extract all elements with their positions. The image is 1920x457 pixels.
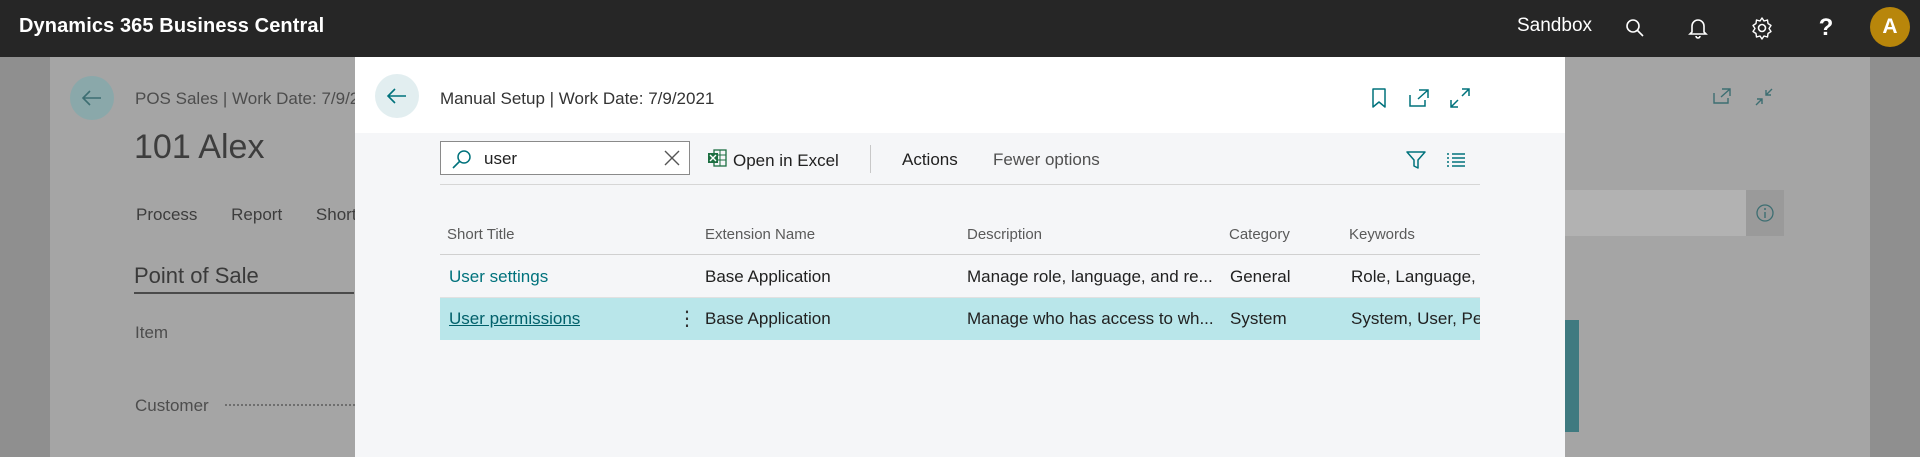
back-button[interactable]	[375, 74, 419, 118]
search-input[interactable]	[484, 148, 644, 170]
actions-menu-button[interactable]: Actions	[902, 150, 958, 170]
background-action: Report	[231, 205, 283, 224]
background-action: Short	[315, 205, 357, 224]
bookmark-icon[interactable]	[1367, 86, 1391, 110]
background-field-label: Customer	[135, 396, 209, 415]
table-header: Short Title Extension Name Description C…	[440, 226, 1480, 254]
dialog-title: Manual Setup | Work Date: 7/9/2021	[440, 89, 715, 108]
background-subtitle: POS Sales | Work Date: 7/9/2	[135, 89, 360, 108]
manual-setup-dialog: Manual Setup | Work Date: 7/9/2021 Open …	[355, 57, 1565, 457]
environment-label[interactable]: Sandbox	[1517, 15, 1592, 37]
toolbar-divider-line	[440, 184, 1480, 185]
open-in-excel-button[interactable]: Open in Excel	[707, 149, 839, 172]
background-section-title: Point of Sale	[134, 263, 259, 288]
fewer-options-button[interactable]: Fewer options	[993, 150, 1100, 170]
dialog-header: Manual Setup | Work Date: 7/9/2021	[355, 57, 1565, 133]
background-back-button	[70, 76, 114, 120]
background-collapse-icon	[1754, 87, 1774, 112]
category-cell: System	[1230, 309, 1287, 328]
category-cell: General	[1230, 267, 1291, 286]
excel-icon	[707, 149, 727, 172]
background-field-dots	[225, 404, 355, 406]
open-in-excel-label: Open in Excel	[733, 150, 839, 170]
table-header-line	[440, 254, 1480, 255]
search-box[interactable]	[440, 141, 690, 175]
list-view-icon[interactable]	[1446, 151, 1466, 174]
description-cell: Manage who has access to wh...	[967, 309, 1214, 328]
short-title-link[interactable]: User permissions	[449, 309, 580, 329]
extension-name-cell: Base Application	[705, 309, 831, 328]
keywords-cell: System, User, Perm	[1351, 309, 1480, 328]
column-header-category[interactable]: Category	[1229, 226, 1290, 243]
column-header-short-title[interactable]: Short Title	[447, 226, 515, 243]
expand-icon[interactable]	[1448, 86, 1472, 110]
row-more-options-icon[interactable]: ⋮	[677, 306, 697, 331]
background-title: 101 Alex	[134, 128, 265, 166]
description-cell: Manage role, language, and re...	[967, 267, 1213, 286]
bell-icon[interactable]	[1684, 14, 1712, 42]
toolbar-divider	[870, 145, 871, 173]
app-bar: Dynamics 365 Business Central Sandbox ? …	[0, 0, 1920, 57]
background-section-underline	[134, 292, 354, 294]
gear-icon[interactable]	[1748, 14, 1776, 42]
help-icon[interactable]: ?	[1812, 14, 1840, 42]
short-title-link[interactable]: User settings	[449, 267, 548, 287]
filter-icon[interactable]	[1405, 149, 1427, 176]
column-header-extension-name[interactable]: Extension Name	[705, 226, 815, 243]
table-row-selected[interactable]: User permissions ⋮ Base Application Mana…	[440, 298, 1480, 340]
column-header-keywords[interactable]: Keywords	[1349, 226, 1415, 243]
background-action-bar: Process Report Short	[136, 205, 386, 225]
app-title[interactable]: Dynamics 365 Business Central	[19, 15, 324, 38]
extension-name-cell: Base Application	[705, 267, 831, 286]
open-new-window-icon[interactable]	[1407, 86, 1431, 110]
background-accent-bar	[1565, 320, 1579, 432]
background-popout-icon	[1712, 87, 1732, 110]
background-action: Process	[136, 205, 198, 224]
background-info-icon	[1746, 190, 1784, 236]
search-icon[interactable]	[1621, 14, 1649, 42]
avatar[interactable]: A	[1870, 7, 1910, 47]
search-icon	[451, 148, 473, 175]
column-header-description[interactable]: Description	[967, 226, 1042, 243]
keywords-cell: Role, Language, R	[1351, 267, 1480, 286]
background-field-label: Item	[135, 323, 169, 342]
table-row[interactable]: User settings Base Application Manage ro…	[440, 256, 1480, 298]
clear-search-icon[interactable]	[663, 149, 681, 172]
